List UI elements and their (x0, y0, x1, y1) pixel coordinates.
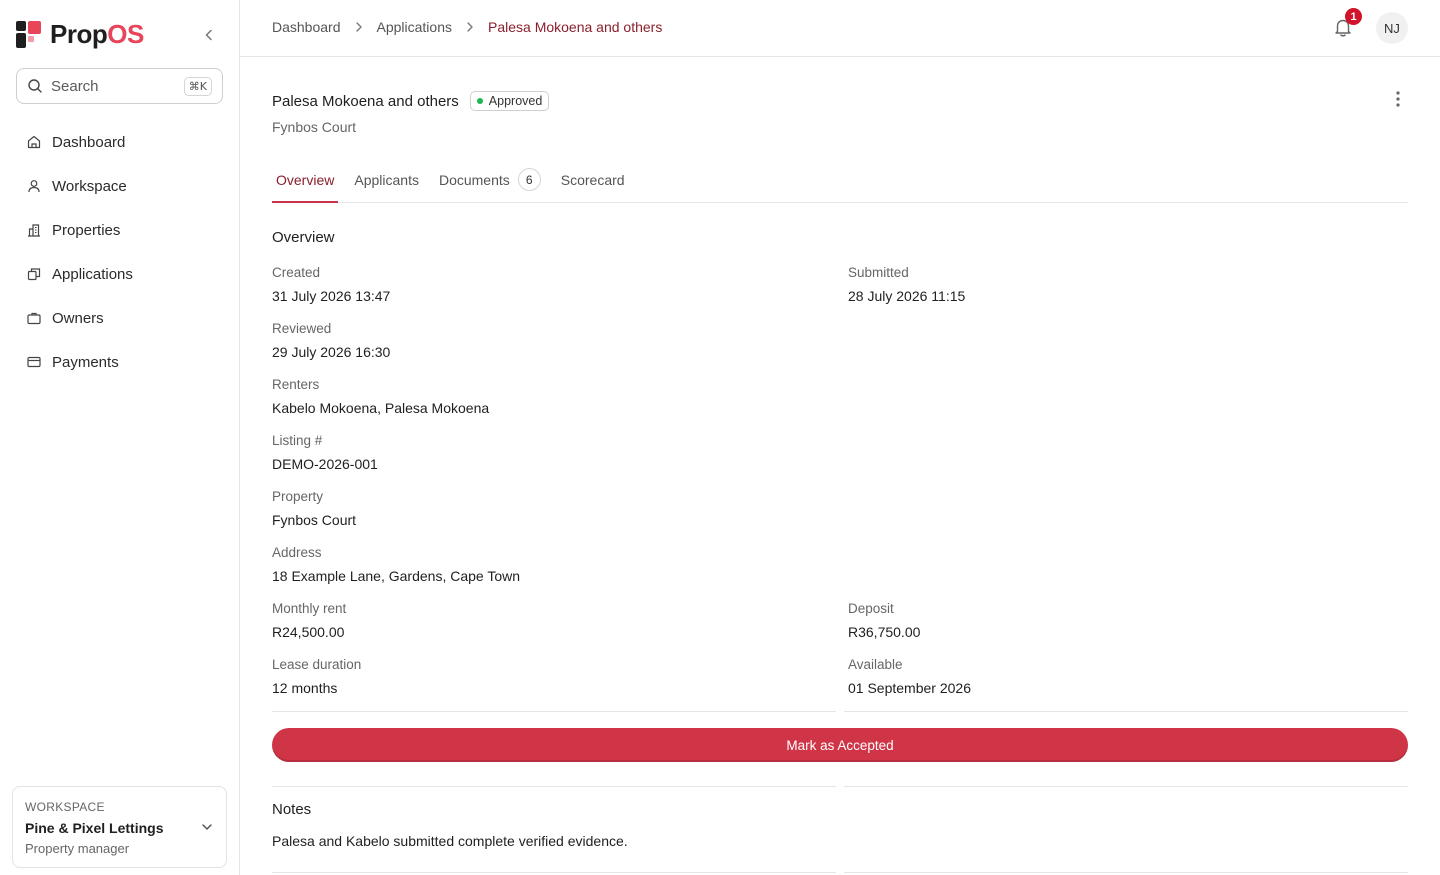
tab-applicants[interactable]: Applicants (350, 161, 423, 202)
sidebar-item-label: Owners (52, 309, 104, 327)
search-box[interactable]: ⌘K (16, 68, 223, 104)
sidebar-item-label: Payments (52, 353, 119, 371)
search-shortcut: ⌘K (183, 76, 212, 96)
tab-bar: Overview Applicants Documents 6 Scorecard (272, 161, 1408, 203)
field-available: Available 01 September 2026 (848, 657, 971, 696)
divider (844, 872, 1408, 873)
status-dot-icon (476, 98, 483, 104)
applications-icon (26, 266, 42, 282)
sidebar-item-payments[interactable]: Payments (16, 340, 223, 384)
field-listing: Listing # DEMO-2026-001 (272, 433, 378, 472)
mark-as-accepted-button[interactable]: Mark as Accepted (272, 728, 1408, 762)
field-deposit: Deposit R36,750.00 (848, 601, 921, 640)
workspace-name: Pine & Pixel Lettings (25, 820, 164, 836)
divider (272, 872, 836, 873)
notification-badge: 1 (1345, 8, 1362, 25)
field-property: Property Fynbos Court (272, 489, 357, 528)
field-created: Created 31 July 2026 13:47 (272, 265, 391, 304)
topbar: Dashboard Applications Palesa Mokoena an… (240, 0, 1440, 57)
workspace-label: WORKSPACE (25, 800, 105, 814)
chevron-right-icon (464, 21, 476, 33)
home-icon (26, 134, 42, 150)
sidebar: PropOS ⌘K Dashboard Workspace Properties… (0, 0, 240, 875)
sidebar-item-label: Applications (52, 265, 133, 283)
workspace-role: Property manager (25, 841, 130, 856)
field-renters: Renters Kabelo Mokoena, Palesa Mokoena (272, 377, 490, 416)
briefcase-icon (26, 310, 42, 326)
search-icon (28, 79, 42, 93)
chevron-left-icon (205, 29, 212, 41)
chevron-down-icon (202, 824, 212, 830)
sidebar-item-workspace[interactable]: Workspace (16, 164, 223, 208)
documents-count-badge: 6 (517, 168, 541, 191)
divider (844, 786, 1408, 787)
divider (844, 711, 1408, 712)
sidebar-item-label: Dashboard (52, 133, 126, 151)
application-header: Palesa Mokoena and others Approved Fynbo… (272, 91, 550, 135)
logo[interactable]: PropOS (16, 20, 144, 48)
page-subtitle: Fynbos Court (272, 119, 357, 135)
field-address: Address 18 Example Lane, Gardens, Cape To… (272, 545, 521, 584)
page-title: Palesa Mokoena and others (272, 92, 459, 110)
breadcrumb-dashboard[interactable]: Dashboard (272, 19, 341, 35)
chevron-right-icon (353, 21, 365, 33)
tab-documents[interactable]: Documents 6 (435, 161, 545, 202)
sidebar-item-dashboard[interactable]: Dashboard (16, 120, 223, 164)
divider (272, 786, 836, 787)
sidebar-item-owners[interactable]: Owners (16, 296, 223, 340)
workspace-switcher[interactable]: WORKSPACE Pine & Pixel Lettings Property… (12, 786, 227, 868)
notes-text: Palesa and Kabelo submitted complete ver… (272, 833, 628, 849)
sidebar-nav: Dashboard Workspace Properties Applicati… (16, 120, 223, 384)
user-icon (26, 178, 42, 194)
divider (272, 711, 836, 712)
credit-card-icon (26, 354, 42, 370)
notes-heading: Notes (272, 801, 312, 818)
avatar[interactable]: NJ (1376, 12, 1408, 44)
search-input[interactable] (51, 77, 171, 95)
sidebar-item-label: Workspace (52, 177, 127, 195)
sidebar-item-properties[interactable]: Properties (16, 208, 223, 252)
field-submitted: Submitted 28 July 2026 11:15 (848, 265, 966, 304)
logo-text: PropOS (50, 19, 144, 49)
breadcrumb-current: Palesa Mokoena and others (488, 19, 663, 35)
sidebar-item-label: Properties (52, 221, 121, 239)
breadcrumb-applications[interactable]: Applications (377, 19, 453, 35)
field-monthly-rent: Monthly rent R24,500.00 (272, 601, 347, 640)
field-reviewed: Reviewed 29 July 2026 16:30 (272, 321, 391, 360)
collapse-sidebar-button[interactable] (198, 24, 220, 46)
logo-mark-icon (16, 20, 43, 48)
sidebar-item-applications[interactable]: Applications (16, 252, 223, 296)
building-icon (26, 222, 42, 238)
breadcrumb: Dashboard Applications Palesa Mokoena an… (272, 19, 662, 35)
tab-overview[interactable]: Overview (272, 161, 339, 203)
more-vertical-icon (1396, 91, 1400, 107)
overview-heading: Overview (272, 229, 335, 246)
more-options-button[interactable] (1388, 89, 1408, 109)
status-badge: Approved (469, 91, 550, 111)
field-lease-duration: Lease duration 12 months (272, 657, 362, 696)
tab-scorecard[interactable]: Scorecard (557, 161, 629, 202)
